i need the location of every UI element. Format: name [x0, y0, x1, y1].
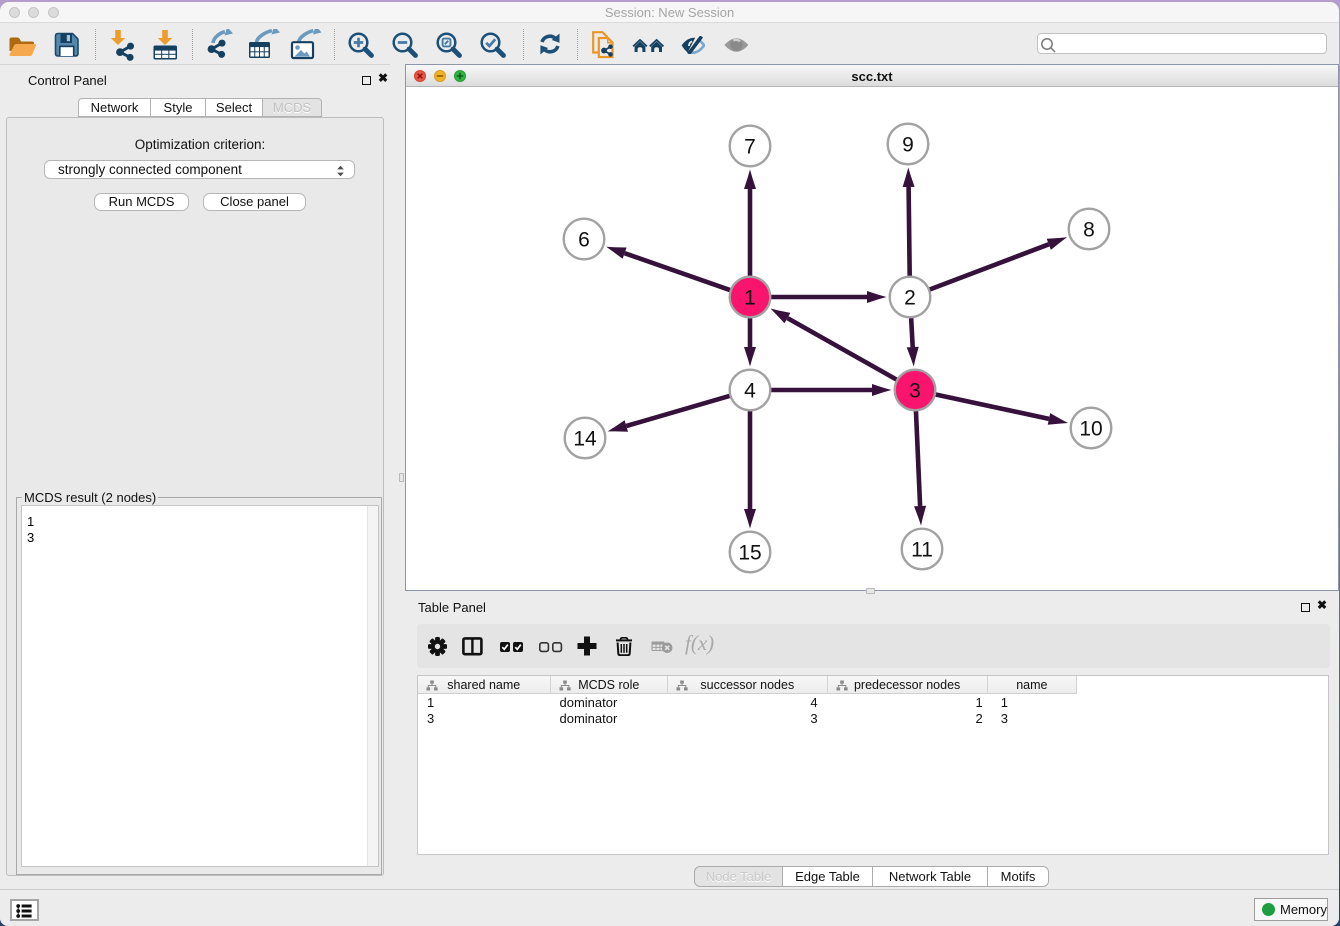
svg-text:2: 2 [904, 287, 916, 310]
svg-text:7: 7 [744, 136, 756, 159]
svg-text:6: 6 [578, 229, 590, 252]
svg-text:11: 11 [911, 539, 933, 562]
svg-text:4: 4 [744, 380, 756, 403]
svg-text:3: 3 [909, 380, 921, 403]
svg-text:8: 8 [1083, 219, 1095, 242]
svg-text:14: 14 [573, 428, 597, 451]
svg-text:9: 9 [902, 134, 914, 157]
svg-text:15: 15 [738, 542, 761, 565]
svg-text:10: 10 [1079, 418, 1102, 441]
svg-text:1: 1 [744, 287, 756, 310]
